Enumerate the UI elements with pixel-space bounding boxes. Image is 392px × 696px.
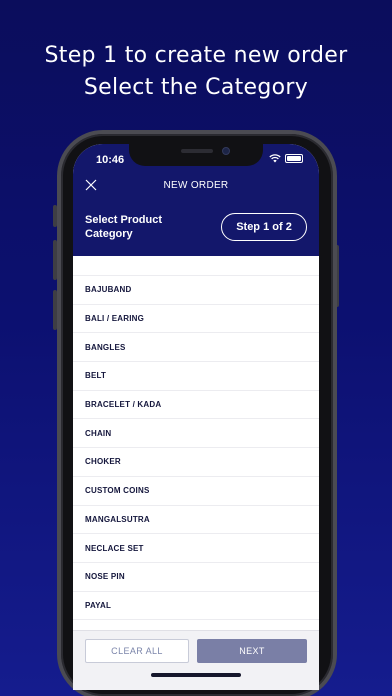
- phone-camera: [222, 147, 230, 155]
- category-list: BAJUBAND BALI / EARING BANGLES BELT BRACELET…: [73, 256, 319, 630]
- status-icons: [269, 154, 303, 163]
- phone-speaker: [181, 149, 213, 153]
- list-top-spacer: [73, 256, 319, 276]
- promo-line-1: Step 1 to create new order: [44, 43, 348, 68]
- step-indicator: Step 1 of 2: [221, 213, 307, 241]
- category-item[interactable]: BANGLES: [73, 333, 319, 363]
- category-item[interactable]: CHOKER: [73, 448, 319, 477]
- category-item[interactable]: NOSE PIN: [73, 563, 319, 592]
- category-item[interactable]: BELT: [73, 362, 319, 391]
- category-item[interactable]: BAJUBAND: [73, 276, 319, 305]
- battery-icon: [285, 154, 303, 163]
- next-button[interactable]: NEXT: [197, 639, 307, 663]
- clear-all-button[interactable]: CLEAR ALL: [85, 639, 189, 663]
- section-label: Select Product Category: [85, 214, 163, 240]
- category-item[interactable]: PAYAL: [73, 592, 319, 621]
- category-item[interactable]: BALI / EARING: [73, 305, 319, 334]
- phone-screen: 10:46 NEW ORDER Select Product Category …: [73, 144, 319, 690]
- category-item[interactable]: MANGALSUTRA: [73, 506, 319, 535]
- home-indicator: [151, 673, 241, 677]
- wifi-icon: [269, 154, 281, 163]
- footer-bar: CLEAR ALL NEXT: [73, 630, 319, 690]
- promo-line-2: Select the Category: [83, 75, 309, 100]
- category-item[interactable]: NECLACE SET: [73, 534, 319, 563]
- status-time: 10:46: [96, 154, 125, 166]
- category-item[interactable]: CHAIN: [73, 419, 319, 449]
- category-item[interactable]: CUSTOM COINS: [73, 477, 319, 506]
- category-item[interactable]: BRACELET / KADA: [73, 391, 319, 420]
- promo-caption: Step 1 to create new order Select the Ca…: [0, 40, 392, 104]
- page-title: NEW ORDER: [163, 180, 229, 191]
- phone-notch: [129, 144, 263, 166]
